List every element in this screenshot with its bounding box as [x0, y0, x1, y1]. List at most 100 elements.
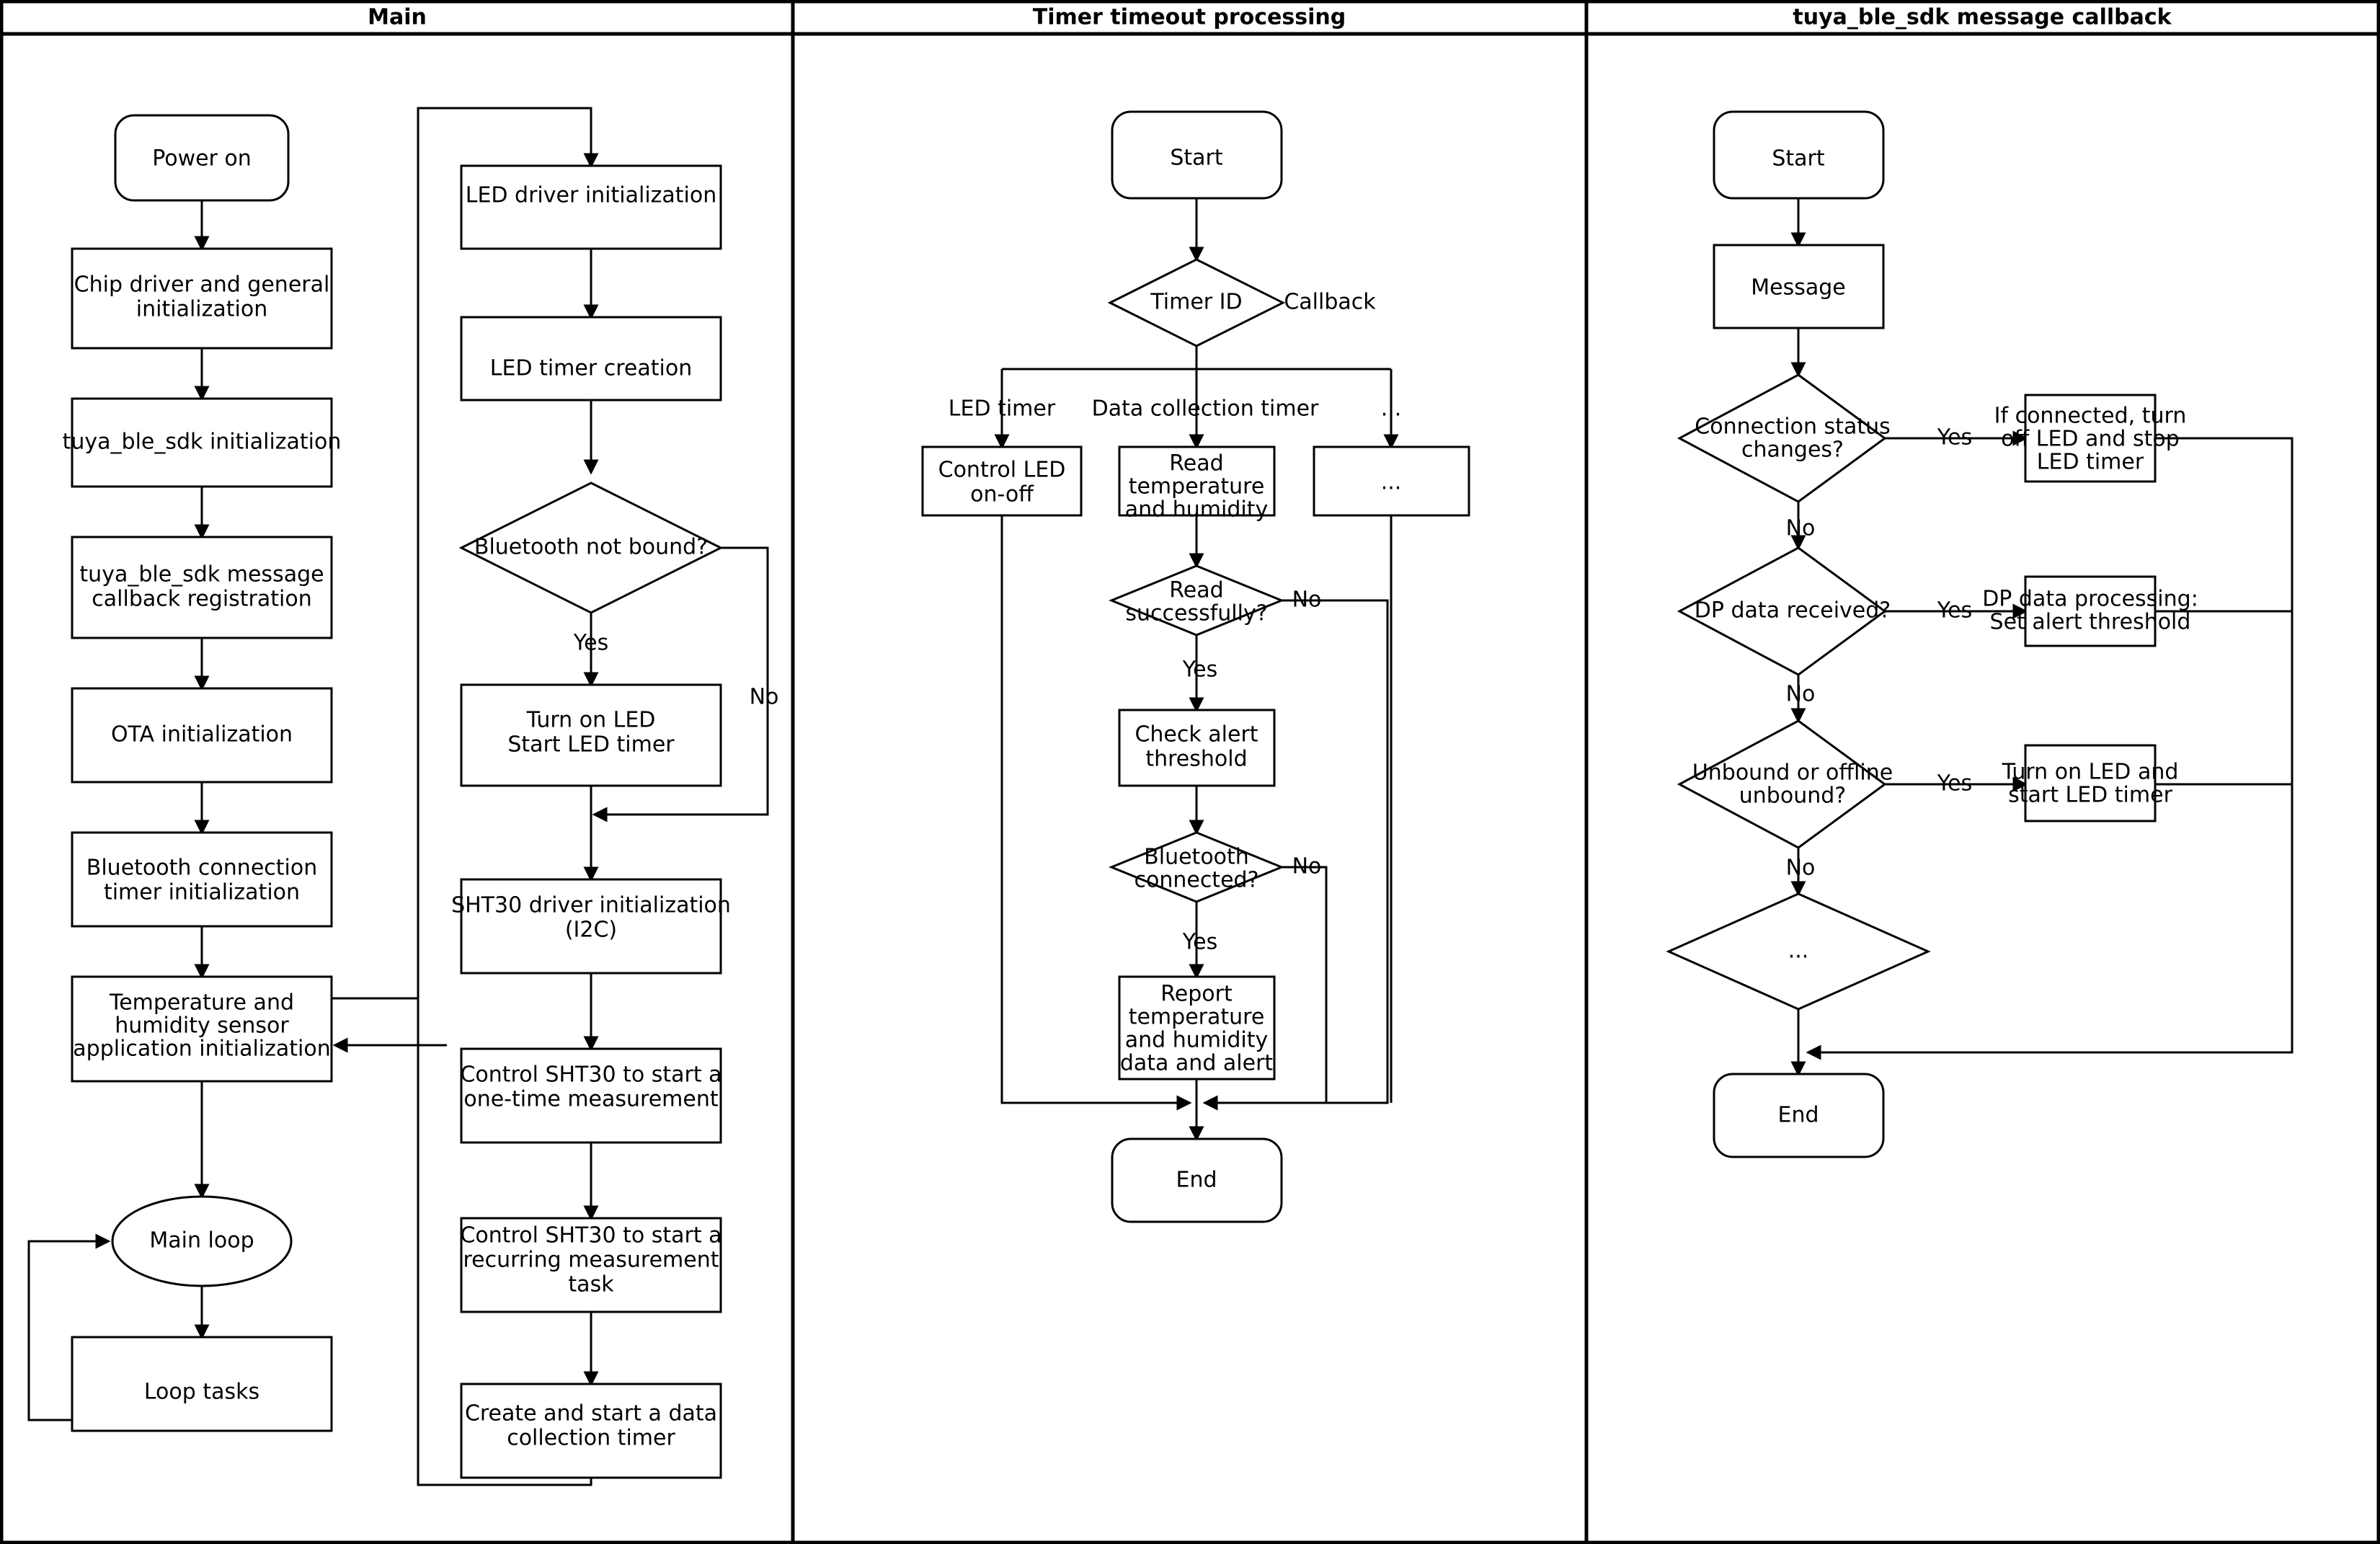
node-timer-start-label: Start — [1170, 146, 1223, 171]
node-main-loop[interactable]: Main loop — [111, 1195, 293, 1287]
node-bt-timer-init-line1: Bluetooth connection — [86, 856, 317, 881]
node-unbound-action-line1: Turn on LED and — [2002, 760, 2179, 785]
edge-label-dp-yes: Yes — [1937, 598, 1972, 624]
node-read-temp-line3: and humidity — [1125, 497, 1268, 523]
node-main-loop-label: Main loop — [149, 1228, 254, 1254]
node-report-line2: temperature — [1129, 1005, 1265, 1030]
node-ota-init[interactable]: OTA initialization — [71, 687, 333, 784]
node-callback-ellipsis-label: ... — [1788, 939, 1809, 964]
node-power-on[interactable]: Power on — [114, 114, 290, 202]
node-connection-status-decision[interactable]: Connection status changes? — [1677, 373, 1891, 503]
edge-label-callback: Callback — [1284, 290, 1376, 315]
edge-label-conn-yes: Yes — [1937, 425, 1972, 451]
node-report-data[interactable]: Report temperature and humidity data and… — [1118, 975, 1276, 1081]
node-sdk-callback-registration[interactable]: tuya_ble_sdk message callback registrati… — [71, 536, 333, 639]
node-control-led-line2: on-off — [970, 482, 1034, 507]
node-callback-message[interactable]: Message — [1713, 244, 1885, 329]
edge-label-timer-ellipsis: ... — [1381, 396, 1402, 422]
node-timer-id-decision[interactable]: Timer ID — [1107, 258, 1286, 347]
node-control-led-line1: Control LED — [938, 458, 1066, 483]
node-read-temp-humidity[interactable]: Read temperature and humidity — [1118, 445, 1276, 523]
node-sdk-callback-registration-line1: tuya_ble_sdk message — [79, 562, 324, 587]
node-chip-driver-init[interactable]: Chip driver and general initialization — [71, 247, 333, 350]
node-data-collection-timer[interactable]: Create and start a data collection timer — [460, 1383, 722, 1479]
node-timer-other-branch[interactable]: ... — [1313, 445, 1470, 517]
node-sht30-recurring-line1: Control SHT30 to start a — [460, 1223, 721, 1248]
node-sdk-init[interactable]: tuya_ble_sdk initialization — [63, 397, 342, 488]
node-led-driver-init[interactable]: LED driver initialization — [460, 164, 722, 250]
node-bt-connected-line2: connected? — [1134, 868, 1258, 893]
node-conn-status-line1: Connection status — [1695, 414, 1890, 440]
node-loop-tasks[interactable]: Loop tasks — [71, 1336, 333, 1432]
node-connection-action[interactable]: If connected, turn off LED and stop LED … — [1994, 394, 2187, 483]
node-check-alert-threshold[interactable]: Check alert threshold — [1118, 709, 1276, 787]
node-read-successfully-decision[interactable]: Read successfully? — [1109, 564, 1284, 636]
node-dp-action[interactable]: DP data processing: Set alert threshold — [1982, 575, 2198, 647]
edge-label-bt-connected-no: No — [1292, 854, 1322, 879]
node-dp-action-line2: Set alert threshold — [1990, 610, 2191, 635]
lane-title-timer: Timer timeout processing — [1033, 5, 1346, 30]
node-callback-start[interactable]: Start — [1713, 110, 1885, 200]
node-bt-connected-line1: Bluetooth — [1144, 845, 1249, 870]
node-check-alert-line2: threshold — [1145, 747, 1247, 772]
edge-label-bt-not-bound-no: No — [750, 685, 779, 710]
node-chip-driver-init-line1: Chip driver and general — [74, 272, 330, 298]
edge-label-read-ok-no: No — [1292, 587, 1322, 613]
node-data-collection-timer-line2: collection timer — [507, 1426, 675, 1451]
node-chip-driver-init-line2: initialization — [136, 297, 267, 322]
node-led-timer-creation[interactable]: LED timer creation — [460, 316, 722, 401]
edge-label-dp-no: No — [1786, 682, 1816, 707]
flowchart-svg: Main Timer timeout processing tuya_ble_s… — [0, 0, 2380, 1544]
node-sht30-recurring-line2: recurring measurement — [463, 1248, 719, 1273]
node-unbound-action[interactable]: Turn on LED and start LED timer — [2002, 744, 2179, 822]
edge-label-read-ok-yes: Yes — [1182, 657, 1217, 683]
node-report-line1: Report — [1160, 982, 1233, 1007]
node-turn-on-led[interactable]: Turn on LED Start LED timer — [460, 683, 722, 787]
node-conn-action-line1: If connected, turn — [1994, 404, 2187, 429]
node-sht30-recurring-line3: task — [568, 1272, 614, 1297]
node-timer-start[interactable]: Start — [1111, 110, 1283, 200]
node-callback-start-label: Start — [1772, 146, 1825, 172]
node-dp-action-line1: DP data processing: — [1982, 587, 2198, 612]
node-turn-on-led-line2: Start LED timer — [507, 732, 675, 758]
node-sensor-app-init[interactable]: Temperature and humidity sensor applicat… — [71, 975, 333, 1083]
node-dp-received-decision[interactable]: DP data received? — [1677, 546, 1891, 676]
node-unbound-line1: Unbound or offline — [1692, 760, 1893, 786]
flowchart-canvas: Main Timer timeout processing tuya_ble_s… — [0, 0, 2380, 1544]
lane-title-main: Main — [368, 5, 427, 30]
node-power-on-label: Power on — [152, 146, 252, 172]
node-sdk-callback-registration-line2: callback registration — [92, 587, 311, 612]
node-bt-timer-init[interactable]: Bluetooth connection timer initializatio… — [71, 831, 333, 928]
node-bluetooth-not-bound-decision[interactable]: Bluetooth not bound? — [458, 482, 724, 614]
node-timer-end-label: End — [1176, 1168, 1217, 1193]
node-read-ok-line1: Read — [1169, 578, 1223, 603]
edge-label-bt-not-bound-yes: Yes — [573, 631, 608, 656]
node-sht30-recurring[interactable]: Control SHT30 to start a recurring measu… — [460, 1217, 722, 1313]
node-sht30-driver-init[interactable]: SHT30 driver initialization (I2C) — [451, 878, 731, 975]
node-sht30-driver-init-line2: (I2C) — [565, 918, 617, 943]
node-data-collection-timer-line1: Create and start a data — [465, 1401, 717, 1427]
node-unbound-decision[interactable]: Unbound or offline unbound? — [1677, 719, 1893, 849]
node-callback-ellipsis-decision[interactable]: ... — [1666, 892, 1931, 1011]
node-led-timer-creation-label: LED timer creation — [490, 356, 692, 381]
lane-title-callback: tuya_ble_sdk message callback — [1793, 5, 2172, 30]
node-callback-end[interactable]: End — [1713, 1073, 1885, 1158]
node-report-line3: and humidity — [1125, 1028, 1268, 1053]
node-control-led-on-off[interactable]: Control LED on-off — [921, 445, 1083, 517]
node-unbound-line2: unbound? — [1739, 784, 1846, 809]
node-sht30-one-time-line1: Control SHT30 to start a — [460, 1062, 721, 1088]
node-bluetooth-connected-decision[interactable]: Bluetooth connected? — [1109, 831, 1284, 903]
edge-label-conn-no: No — [1786, 516, 1816, 541]
node-conn-action-line3: LED timer — [2037, 450, 2144, 475]
node-timer-other-branch-label: ... — [1381, 470, 1402, 495]
node-bluetooth-not-bound-label: Bluetooth not bound? — [474, 535, 708, 560]
node-sht30-one-time[interactable]: Control SHT30 to start a one-time measur… — [460, 1047, 722, 1144]
node-timer-end[interactable]: End — [1111, 1137, 1283, 1223]
node-read-temp-line1: Read — [1169, 451, 1223, 476]
node-sensor-app-init-line3: application initialization — [73, 1037, 330, 1062]
node-callback-end-label: End — [1777, 1103, 1819, 1128]
edge-label-led-timer: LED timer — [949, 396, 1056, 422]
node-led-driver-init-label: LED driver initialization — [466, 183, 717, 208]
node-sht30-driver-init-line1: SHT30 driver initialization — [451, 893, 731, 918]
edge-label-unbound-yes: Yes — [1937, 771, 1972, 797]
